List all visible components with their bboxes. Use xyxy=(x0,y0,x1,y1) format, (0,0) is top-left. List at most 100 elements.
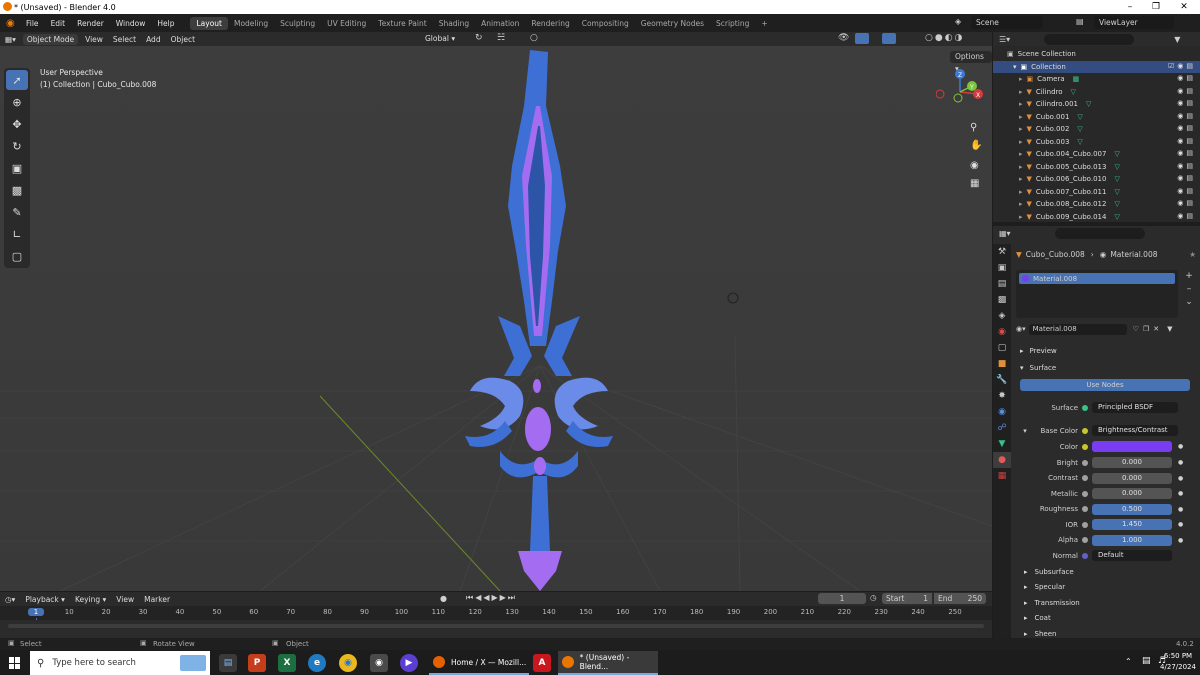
camera-view-icon[interactable]: ◉ xyxy=(970,160,979,171)
collection-visibility-icons[interactable]: ☑◉▤ xyxy=(1168,62,1196,70)
record-keyframe-icon[interactable]: ● xyxy=(440,594,447,603)
expand-icon[interactable]: ▸ xyxy=(1019,200,1023,208)
expand-icon[interactable]: ▸ xyxy=(1019,188,1023,196)
physics-tab-icon[interactable]: ◉ xyxy=(993,404,1011,420)
expand-icon[interactable]: ▸ xyxy=(1019,175,1023,183)
outliner-item[interactable]: ▸ ▼ Cubo.008_Cubo.012 ▽ ◉▤ xyxy=(993,198,1200,211)
menu-window[interactable]: Window xyxy=(110,19,152,28)
tab-texture-paint[interactable]: Texture Paint xyxy=(372,17,432,30)
zoom-icon[interactable]: ⚲ xyxy=(970,122,977,133)
playback-controls-icons[interactable]: ⏮◀◀▶▶⏭ xyxy=(466,593,517,603)
item-visibility-icons[interactable]: ◉▤ xyxy=(1177,74,1196,82)
material-slot-item[interactable]: Material.008 xyxy=(1019,273,1175,284)
item-visibility-icons[interactable]: ◉▤ xyxy=(1177,199,1196,207)
edge-icon[interactable]: e xyxy=(308,654,326,672)
add-slot-icon[interactable]: + xyxy=(1183,270,1195,283)
network-icon[interactable]: ▤ xyxy=(1142,656,1151,666)
maximize-icon[interactable]: ❐ xyxy=(1142,0,1170,14)
keyframe-dot-icon[interactable]: ● xyxy=(1178,475,1183,482)
modifier-tab-icon[interactable]: 🔧 xyxy=(993,372,1011,388)
item-visibility-icons[interactable]: ◉▤ xyxy=(1177,124,1196,132)
excel-icon[interactable]: X xyxy=(278,654,296,672)
tab-animation[interactable]: Animation xyxy=(475,17,525,30)
expand-icon[interactable]: ▸ xyxy=(1019,213,1023,221)
outliner-item[interactable]: ▸ ▼ Cubo.009_Cubo.014 ▽ ◉▤ xyxy=(993,211,1200,224)
mesh-data-icon[interactable]: ▽ xyxy=(1077,138,1082,146)
outliner-item[interactable]: ▸ ▼ Cubo.003 ▽ ◉▤ xyxy=(993,136,1200,149)
param-value-field[interactable]: 0.500 xyxy=(1092,503,1172,515)
viewport-menu-add[interactable]: Add xyxy=(141,35,166,44)
base-color-expand-icon[interactable]: ▾ xyxy=(1020,427,1030,435)
timeline-marker-menu[interactable]: Marker xyxy=(139,595,175,604)
taskbar-search-box[interactable]: ⚲ Type here to search xyxy=(30,651,210,675)
mesh-data-icon[interactable]: ▽ xyxy=(1114,150,1119,158)
tab-scripting[interactable]: Scripting xyxy=(710,17,755,30)
expand-icon[interactable]: ▸ xyxy=(1019,88,1023,96)
param-value-field[interactable]: 1.450 xyxy=(1092,519,1172,530)
outliner-item[interactable]: ▸ ▼ Cubo.002 ▽ ◉▤ xyxy=(993,123,1200,136)
end-frame-field[interactable]: End 250 xyxy=(934,593,986,604)
keyframe-dot-icon[interactable]: ● xyxy=(1178,537,1183,544)
unlink-material-icon[interactable]: ✕ xyxy=(1153,325,1159,333)
tab-shading[interactable]: Shading xyxy=(433,17,475,30)
gizmo-toggle-icon[interactable] xyxy=(855,33,869,44)
outliner-item[interactable]: ▸ ▼ Cilindro ▽ ◉▤ xyxy=(993,86,1200,99)
object-tab-icon[interactable]: ■ xyxy=(993,356,1011,372)
menu-render[interactable]: Render xyxy=(71,19,110,28)
editor-type-icon[interactable]: ▦▾ xyxy=(0,35,21,44)
visibility-icon[interactable]: 👁 xyxy=(838,33,849,43)
preview-panel-header[interactable]: ▸ Preview xyxy=(1020,344,1198,357)
param-value-field[interactable]: 0.000 xyxy=(1092,488,1172,499)
item-visibility-icons[interactable]: ◉▤ xyxy=(1177,174,1196,182)
scene-selector[interactable]: Scene xyxy=(971,16,1043,29)
menu-file[interactable]: File xyxy=(20,19,45,28)
keyframe-dot-icon[interactable]: ● xyxy=(1178,506,1183,513)
remove-slot-icon[interactable]: – xyxy=(1183,283,1195,296)
outliner-item[interactable]: ▸ ▼ Cubo.007_Cubo.011 ▽ ◉▤ xyxy=(993,186,1200,199)
add-workspace-icon[interactable]: + xyxy=(755,17,773,30)
clock-time[interactable]: 6:50 PM xyxy=(1163,652,1193,660)
timeline-scrollbar[interactable] xyxy=(8,624,984,628)
orientation-selector[interactable]: Global ▾ xyxy=(420,34,460,43)
shading-mode-icons[interactable]: ○●◐◑ xyxy=(925,33,964,43)
properties-editor-icon[interactable]: ▦▾ xyxy=(999,229,1011,238)
mesh-data-icon[interactable]: ▽ xyxy=(1114,163,1119,171)
scene-icon[interactable]: ◈ xyxy=(955,17,967,26)
expand-icon[interactable]: ▸ xyxy=(1019,138,1023,146)
material-name-field[interactable]: Material.008 xyxy=(1028,323,1127,335)
mesh-data-icon[interactable]: ▽ xyxy=(1077,125,1082,133)
mesh-data-icon[interactable]: ▽ xyxy=(1086,100,1091,108)
acrobat-icon[interactable]: A xyxy=(533,654,551,672)
outliner-item[interactable]: ▸ ▼ Cubo.004_Cubo.007 ▽ ◉▤ xyxy=(993,148,1200,161)
timeline-keying-menu[interactable]: Keying ▾ xyxy=(70,595,111,604)
tray-chevron-icon[interactable]: ⌃ xyxy=(1125,657,1132,666)
camera-app-icon[interactable]: ◉ xyxy=(370,654,388,672)
data-tab-icon[interactable]: ▼ xyxy=(993,436,1011,452)
menu-help[interactable]: Help xyxy=(151,19,180,28)
filter-icon[interactable]: ▼ xyxy=(1174,35,1180,44)
outliner-search-input[interactable] xyxy=(1044,33,1135,45)
output-tab-icon[interactable]: ▤ xyxy=(993,276,1011,292)
expand-icon[interactable]: ▸ xyxy=(1019,75,1023,83)
use-nodes-button[interactable]: Use Nodes xyxy=(1020,379,1190,391)
outliner-collection[interactable]: ▾ ▣ Collection ☑◉▤ xyxy=(993,60,1200,73)
timeline-ruler[interactable]: 1 10 20 30 40 50 60 70 80 90 100 110 120 130 140 150 160… xyxy=(0,606,992,638)
surface-panel-header[interactable]: ▾ Surface xyxy=(1020,361,1198,374)
material-browse-icon[interactable]: ◉▾ xyxy=(1016,325,1026,333)
blender-menu-icon[interactable]: ◉ xyxy=(6,18,20,29)
param-value-field[interactable]: 0.000 xyxy=(1092,472,1172,484)
taskbar-blender-window[interactable]: * (Unsaved) - Blend... xyxy=(558,651,658,675)
axis-gizmo[interactable]: Z X Y xyxy=(935,66,990,118)
mesh-data-icon[interactable]: ▽ xyxy=(1114,188,1119,196)
item-visibility-icons[interactable]: ◉▤ xyxy=(1177,149,1196,157)
outliner-item[interactable]: ▸ ▼ Cubo.001 ▽ ◉▤ xyxy=(993,111,1200,124)
expand-icon[interactable]: ▸ xyxy=(1019,113,1023,121)
item-visibility-icons[interactable]: ◉▤ xyxy=(1177,137,1196,145)
timeline-editor-icon[interactable]: ◷▾ xyxy=(0,595,20,604)
outliner-item[interactable]: ▸ ▼ Cilindro.001 ▽ ◉▤ xyxy=(993,98,1200,111)
expand-icon[interactable]: ▸ xyxy=(1019,163,1023,171)
color-swatch[interactable] xyxy=(1092,441,1172,452)
camera-data-icon[interactable]: ▩ xyxy=(1073,75,1080,83)
material-tab-icon[interactable]: ● xyxy=(993,452,1011,468)
close-icon[interactable]: ✕ xyxy=(1170,0,1198,14)
